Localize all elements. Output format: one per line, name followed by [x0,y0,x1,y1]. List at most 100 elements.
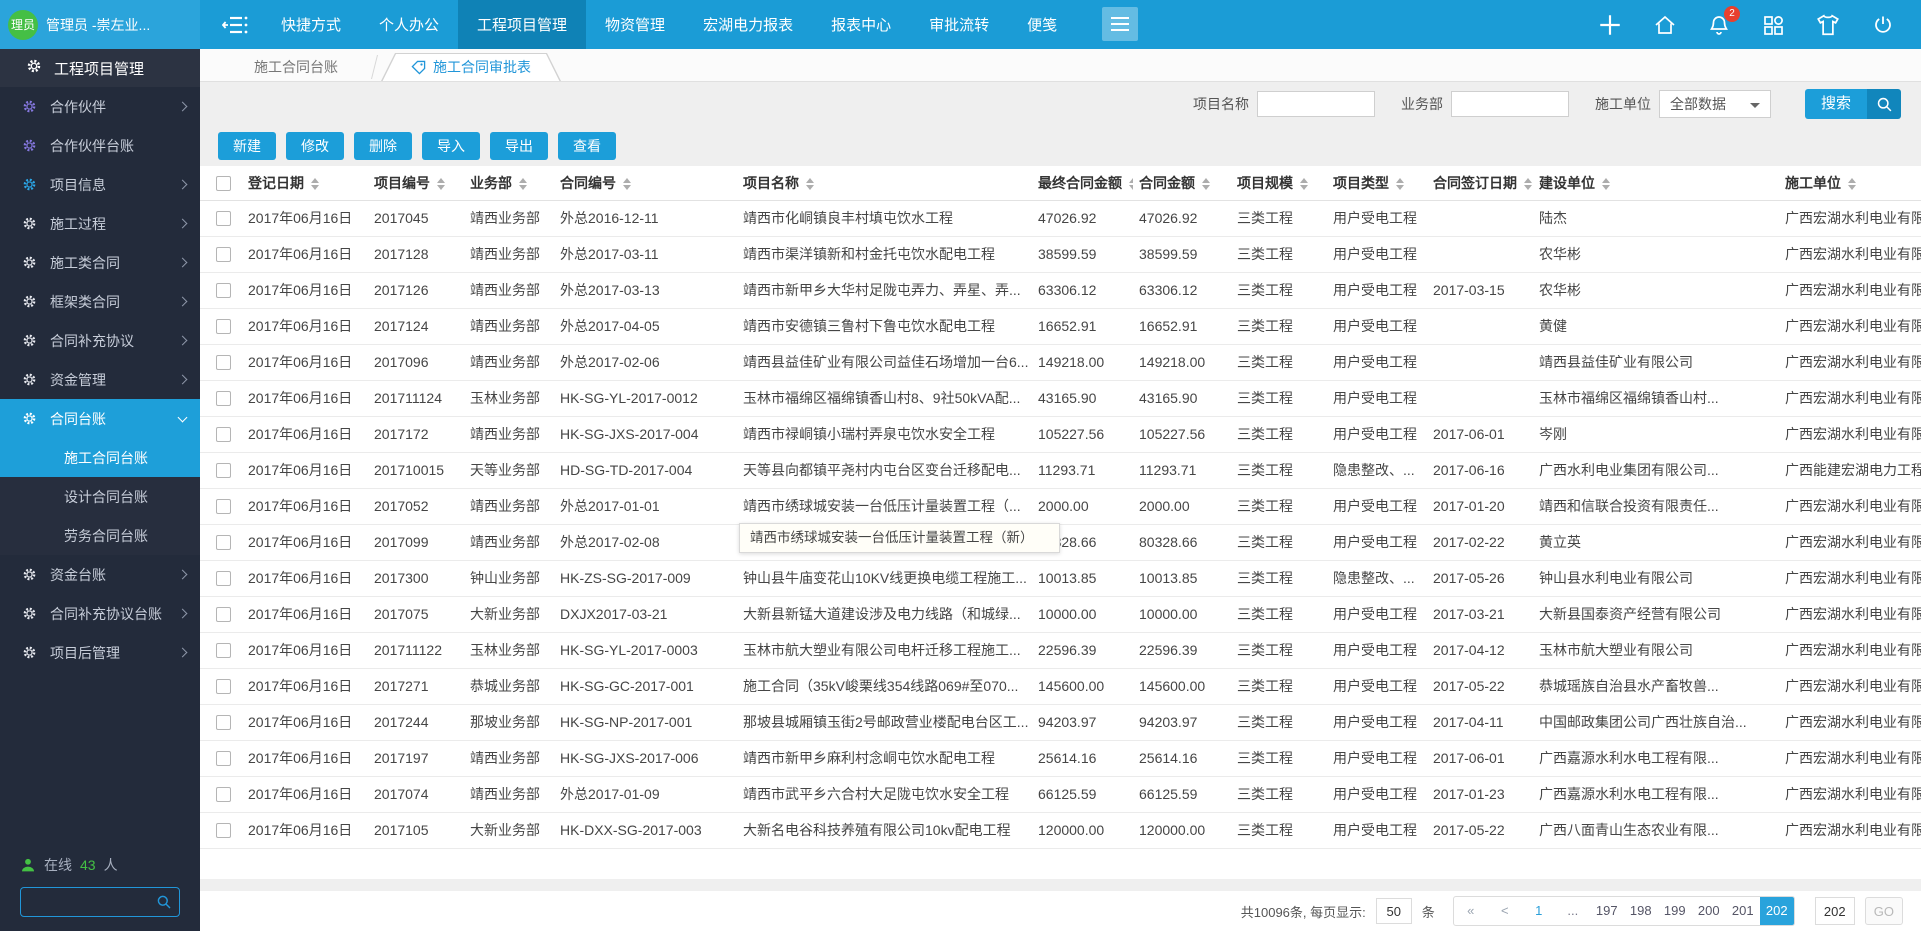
table-row-3[interactable]: 2017年06月16日2017124靖西业务部外总2017-04-05靖西市安德… [200,308,1921,344]
toolbar-button-0[interactable]: 新建 [218,132,276,160]
table-row-10[interactable]: 2017年06月16日2017300钟山业务部HK-ZS-SG-2017-009… [200,560,1921,596]
table-row-9[interactable]: 2017年06月16日2017099靖西业务部外总2017-02-08靖西市绣球… [200,524,1921,560]
table-row-13[interactable]: 2017年06月16日2017271恭城业务部HK-SG-GC-2017-001… [200,668,1921,704]
sidebar-item-2[interactable]: 项目信息 [0,165,200,204]
theme-shirt-icon[interactable] [1815,13,1841,37]
current-page[interactable]: 202 [1760,897,1794,925]
sort-icon[interactable] [623,178,631,190]
sidebar-item-1[interactable]: 合作伙伴台账 [0,126,200,165]
nav-item-1[interactable]: 个人办公 [360,0,458,49]
row-checkbox[interactable] [216,571,231,586]
sidebar-item-5[interactable]: 框架类合同 [0,282,200,321]
sidebar-item-11[interactable]: 项目后管理 [0,633,200,672]
builder-select[interactable]: 全部数据 [1659,90,1771,118]
table-row-14[interactable]: 2017年06月16日2017244那坡业务部HK-SG-NP-2017-001… [200,704,1921,740]
apps-grid-icon[interactable] [1761,13,1785,37]
column-header-5[interactable]: 最终合同金额 [1032,166,1133,200]
page-size-input[interactable] [1376,898,1412,924]
row-checkbox[interactable] [216,247,231,262]
column-header-8[interactable]: 项目类型 [1327,166,1427,200]
sidebar-item-6[interactable]: 合同补充协议 [0,321,200,360]
table-row-7[interactable]: 2017年06月16日201710015天等业务部HD-SG-TD-2017-0… [200,452,1921,488]
row-checkbox[interactable] [216,535,231,550]
nav-item-0[interactable]: 快捷方式 [262,0,360,49]
avatar[interactable]: 理员 [8,10,38,40]
power-icon[interactable] [1871,13,1895,37]
sort-icon[interactable] [1602,178,1610,190]
row-checkbox[interactable] [216,391,231,406]
tab-construction-contract-approval[interactable]: 施工合同审批表 [381,53,561,81]
sort-icon[interactable] [1848,178,1856,190]
sidebar-item-3[interactable]: 施工过程 [0,204,200,243]
sidebar-subitem-2[interactable]: 劳务合同台账 [0,516,200,555]
business-dept-input[interactable] [1451,91,1569,117]
nav-item-6[interactable]: 审批流转 [910,0,1008,49]
sort-icon[interactable] [1524,178,1532,190]
row-checkbox[interactable] [216,499,231,514]
toolbar-button-1[interactable]: 修改 [286,132,344,160]
table-row-0[interactable]: 2017年06月16日2017045靖西业务部外总2016-12-11靖西市化峒… [200,200,1921,236]
table-row-8[interactable]: 2017年06月16日2017052靖西业务部外总2017-01-01靖西市绣球… [200,488,1921,524]
sidebar-item-9[interactable]: 资金台账 [0,555,200,594]
sidebar-item-10[interactable]: 合同补充协议台账 [0,594,200,633]
nav-item-7[interactable]: 便笺 [1008,0,1076,49]
sort-icon[interactable] [437,178,445,190]
go-button[interactable]: GO [1865,897,1903,925]
row-checkbox[interactable] [216,211,231,226]
sidebar-item-7[interactable]: 资金管理 [0,360,200,399]
column-header-10[interactable]: 建设单位 [1533,166,1779,200]
select-all-checkbox[interactable] [216,176,231,191]
sidebar-subitem-1[interactable]: 设计合同台账 [0,477,200,516]
add-icon[interactable] [1597,12,1623,38]
row-checkbox[interactable] [216,355,231,370]
sidebar-item-4[interactable]: 施工类合同 [0,243,200,282]
page-button-1[interactable]: 1 [1522,897,1556,925]
column-header-1[interactable]: 项目编号 [368,166,464,200]
row-checkbox[interactable] [216,319,231,334]
home-icon[interactable] [1653,13,1677,37]
page-button-<[interactable]: < [1488,897,1522,925]
hamburger-menu-icon[interactable] [1102,7,1138,41]
column-header-4[interactable]: 项目名称 [737,166,1032,200]
toolbar-button-5[interactable]: 查看 [558,132,616,160]
row-checkbox[interactable] [216,607,231,622]
table-row-15[interactable]: 2017年06月16日2017197靖西业务部HK-SG-JXS-2017-00… [200,740,1921,776]
table-row-4[interactable]: 2017年06月16日2017096靖西业务部外总2017-02-06靖西县益佳… [200,344,1921,380]
table-row-12[interactable]: 2017年06月16日201711122玉林业务部HK-SG-YL-2017-0… [200,632,1921,668]
row-checkbox[interactable] [216,751,231,766]
search-button[interactable]: 搜索 [1805,89,1901,119]
toolbar-button-4[interactable]: 导出 [490,132,548,160]
sort-icon[interactable] [311,178,319,190]
nav-item-5[interactable]: 报表中心 [812,0,910,49]
table-row-6[interactable]: 2017年06月16日2017172靖西业务部HK-SG-JXS-2017-00… [200,416,1921,452]
row-checkbox[interactable] [216,427,231,442]
notifications-icon[interactable]: 2 [1707,13,1731,37]
sort-icon[interactable] [1129,178,1133,190]
column-header-9[interactable]: 合同签订日期 [1427,166,1533,200]
column-header-2[interactable]: 业务部 [464,166,554,200]
column-header-0[interactable]: 登记日期 [242,166,368,200]
page-button-«[interactable]: « [1454,897,1488,925]
nav-item-2[interactable]: 工程项目管理 [458,0,586,49]
sort-icon[interactable] [519,178,527,190]
row-checkbox[interactable] [216,463,231,478]
sort-icon[interactable] [1300,178,1308,190]
row-checkbox[interactable] [216,643,231,658]
page-jump-input[interactable] [1815,897,1855,925]
table-row-2[interactable]: 2017年06月16日2017126靖西业务部外总2017-03-13靖西市新甲… [200,272,1921,308]
toolbar-button-3[interactable]: 导入 [422,132,480,160]
sidebar-item-8[interactable]: 合同台账 [0,399,200,438]
sort-icon[interactable] [806,178,814,190]
page-button-199[interactable]: 199 [1658,897,1692,925]
column-header-3[interactable]: 合同编号 [554,166,737,200]
project-name-input[interactable] [1257,91,1375,117]
column-header-11[interactable]: 施工单位 [1779,166,1921,200]
sort-icon[interactable] [1396,178,1404,190]
toolbar-button-2[interactable]: 删除 [354,132,412,160]
menu-collapse-icon[interactable] [222,0,248,49]
page-button-197[interactable]: 197 [1590,897,1624,925]
row-checkbox[interactable] [216,679,231,694]
search-icon[interactable] [156,894,172,910]
sidebar-subitem-0[interactable]: 施工合同台账 [0,438,200,477]
page-button-201[interactable]: 201 [1726,897,1760,925]
